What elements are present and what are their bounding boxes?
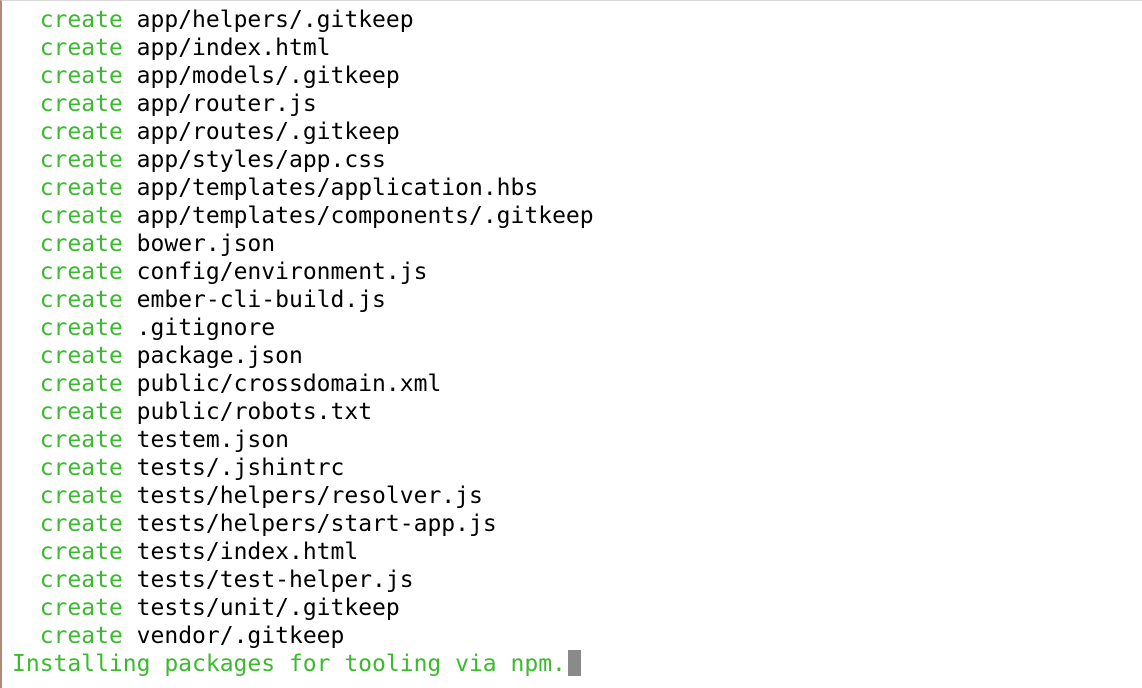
output-line: create tests/.jshintrc bbox=[12, 454, 1142, 482]
line-path: tests/helpers/start-app.js bbox=[136, 511, 497, 537]
line-path: public/crossdomain.xml bbox=[136, 371, 442, 397]
line-action: create bbox=[39, 63, 123, 89]
output-line: create tests/test-helper.js bbox=[12, 566, 1142, 594]
line-action: create bbox=[39, 483, 123, 509]
line-action: create bbox=[39, 399, 123, 425]
output-line: create tests/index.html bbox=[12, 538, 1142, 566]
line-action: create bbox=[39, 315, 123, 341]
line-path: app/helpers/.gitkeep bbox=[136, 7, 414, 33]
line-path: app/templates/components/.gitkeep bbox=[136, 203, 594, 229]
output-line: create app/router.js bbox=[12, 90, 1142, 118]
output-line: create public/robots.txt bbox=[12, 398, 1142, 426]
line-path: app/index.html bbox=[136, 35, 331, 61]
output-line: create package.json bbox=[12, 342, 1142, 370]
line-action: create bbox=[39, 175, 123, 201]
output-line: create config/environment.js bbox=[12, 258, 1142, 286]
terminal-window[interactable]: create app/helpers/.gitkeep create app/i… bbox=[0, 0, 1142, 688]
output-line: create app/helpers/.gitkeep bbox=[12, 6, 1142, 34]
line-action: create bbox=[39, 511, 123, 537]
line-action: create bbox=[39, 567, 123, 593]
status-message: Installing packages for tooling via npm. bbox=[12, 651, 566, 677]
output-line: create app/routes/.gitkeep bbox=[12, 118, 1142, 146]
output-line: create vendor/.gitkeep bbox=[12, 622, 1142, 650]
line-path: tests/index.html bbox=[136, 539, 359, 565]
output-line: create app/index.html bbox=[12, 34, 1142, 62]
line-path: package.json bbox=[136, 343, 303, 369]
line-path: config/environment.js bbox=[136, 259, 428, 285]
line-path: tests/unit/.gitkeep bbox=[136, 595, 400, 621]
output-line: create tests/helpers/resolver.js bbox=[12, 482, 1142, 510]
line-action: create bbox=[39, 259, 123, 285]
line-action: create bbox=[39, 623, 123, 649]
status-line: Installing packages for tooling via npm. bbox=[12, 650, 1142, 678]
line-path: ember-cli-build.js bbox=[136, 287, 386, 313]
line-path: bower.json bbox=[136, 231, 276, 257]
line-action: create bbox=[39, 371, 123, 397]
line-action: create bbox=[39, 595, 123, 621]
line-path: app/styles/app.css bbox=[136, 147, 386, 173]
line-action: create bbox=[39, 343, 123, 369]
text-cursor bbox=[567, 650, 581, 676]
line-path: app/templates/application.hbs bbox=[136, 175, 539, 201]
output-line: create app/templates/components/.gitkeep bbox=[12, 202, 1142, 230]
terminal-output: create app/helpers/.gitkeep create app/i… bbox=[12, 6, 1142, 650]
line-path: vendor/.gitkeep bbox=[136, 623, 345, 649]
output-line: create .gitignore bbox=[12, 314, 1142, 342]
line-path: tests/.jshintrc bbox=[136, 455, 345, 481]
line-action: create bbox=[39, 231, 123, 257]
line-action: create bbox=[39, 147, 123, 173]
output-line: create tests/helpers/start-app.js bbox=[12, 510, 1142, 538]
line-action: create bbox=[39, 427, 123, 453]
line-action: create bbox=[39, 35, 123, 61]
output-line: create app/styles/app.css bbox=[12, 146, 1142, 174]
output-line: create app/templates/application.hbs bbox=[12, 174, 1142, 202]
output-line: create public/crossdomain.xml bbox=[12, 370, 1142, 398]
line-path: app/router.js bbox=[136, 91, 317, 117]
output-line: create bower.json bbox=[12, 230, 1142, 258]
line-path: public/robots.txt bbox=[136, 399, 373, 425]
output-line: create ember-cli-build.js bbox=[12, 286, 1142, 314]
line-action: create bbox=[39, 119, 123, 145]
line-action: create bbox=[39, 91, 123, 117]
line-action: create bbox=[39, 287, 123, 313]
line-path: testem.json bbox=[136, 427, 289, 453]
line-action: create bbox=[39, 7, 123, 33]
line-path: .gitignore bbox=[136, 315, 276, 341]
output-line: create tests/unit/.gitkeep bbox=[12, 594, 1142, 622]
line-action: create bbox=[39, 539, 123, 565]
line-path: app/models/.gitkeep bbox=[136, 63, 400, 89]
line-action: create bbox=[39, 455, 123, 481]
line-path: tests/helpers/resolver.js bbox=[136, 483, 483, 509]
line-path: app/routes/.gitkeep bbox=[136, 119, 400, 145]
line-path: tests/test-helper.js bbox=[136, 567, 414, 593]
output-line: create testem.json bbox=[12, 426, 1142, 454]
output-line: create app/models/.gitkeep bbox=[12, 62, 1142, 90]
line-action: create bbox=[39, 203, 123, 229]
